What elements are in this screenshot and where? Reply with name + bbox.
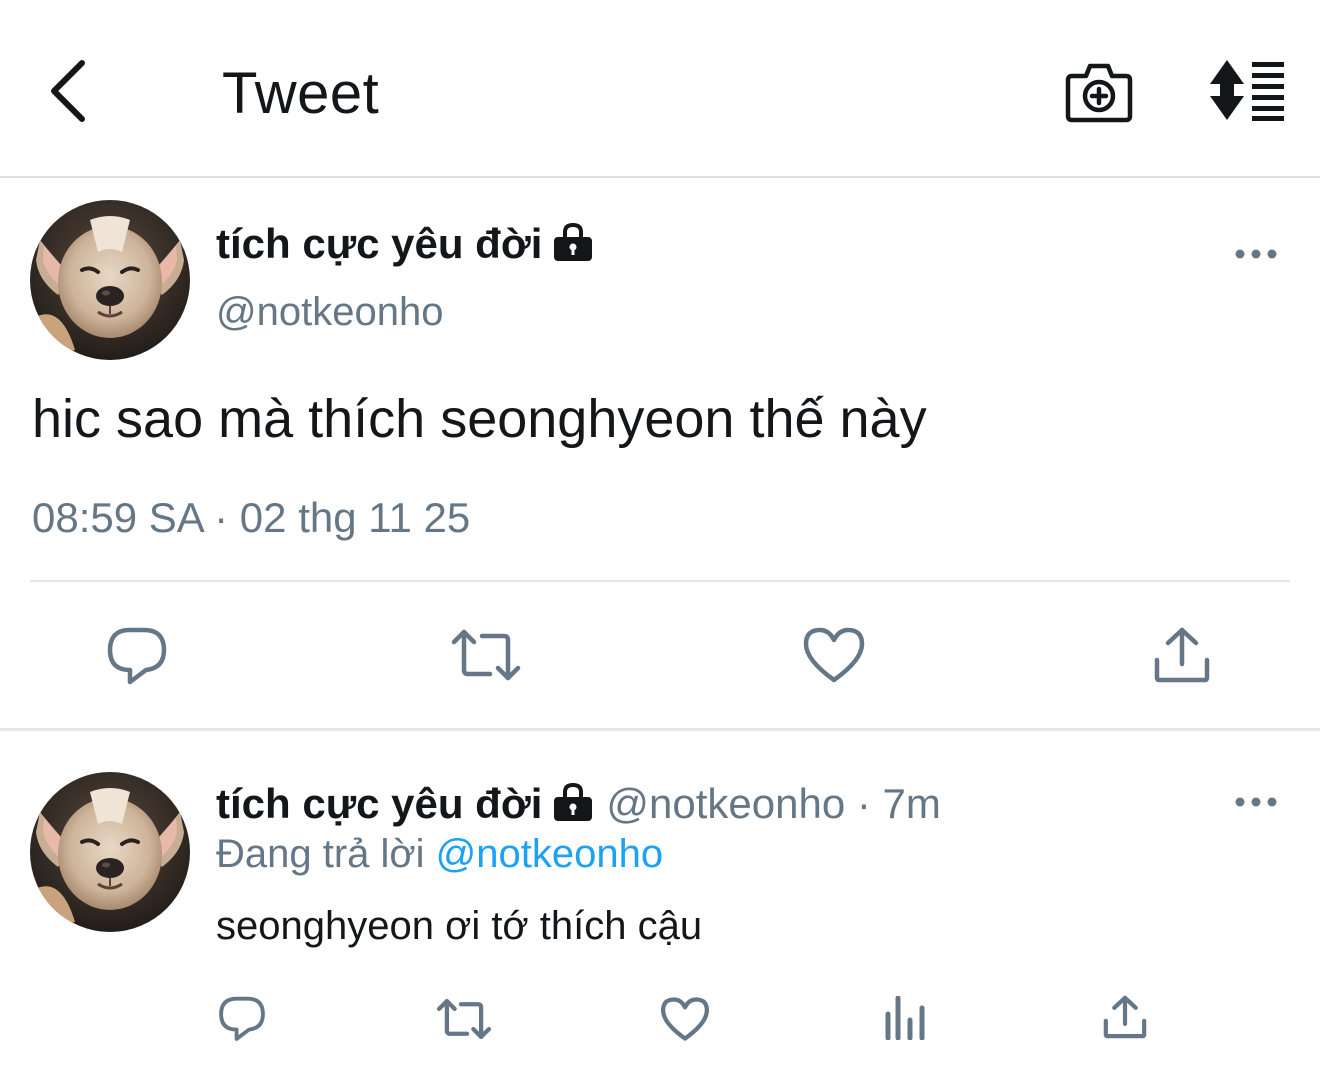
reply-author-display-name[interactable]: tích cực yêu đời: [216, 780, 542, 827]
more-options-button[interactable]: [1232, 242, 1280, 266]
lock-icon: [554, 222, 593, 261]
page-title: Tweet: [222, 61, 380, 126]
lock-icon: [554, 782, 593, 821]
analytics-icon: [885, 995, 925, 1041]
reply-tweet-retweet-button[interactable]: [436, 996, 492, 1047]
reply-button[interactable]: [106, 624, 168, 691]
retweet-button[interactable]: [450, 626, 522, 689]
main-tweet-avatar[interactable]: [30, 200, 190, 360]
reply-tweet-avatar[interactable]: [30, 772, 190, 932]
like-button[interactable]: [802, 626, 866, 689]
tweet-text: hic sao mà thích seonghyeon thế này: [32, 389, 927, 449]
author-handle[interactable]: @notkeonho: [216, 290, 443, 335]
chevron-left-icon: [51, 60, 85, 122]
reply-tweet-analytics-button[interactable]: [884, 995, 926, 1045]
replying-to-line: Đang trả lời @notkeonho: [216, 832, 663, 877]
sort-list-icon: [1210, 60, 1284, 121]
like-icon: [803, 627, 865, 683]
reply-icon: [107, 627, 167, 685]
section-divider: [0, 728, 1320, 731]
reply-tweet-text: seonghyeon ơi tớ thích cậu: [216, 904, 703, 948]
share-icon: [1154, 627, 1210, 683]
retweet-icon: [451, 629, 521, 681]
like-icon: [660, 997, 710, 1041]
main-tweet-author[interactable]: tích cực yêu đời: [216, 220, 594, 268]
camera-button[interactable]: [1064, 56, 1134, 126]
camera-add-icon: [1065, 63, 1133, 123]
sort-replies-button[interactable]: [1206, 58, 1288, 122]
top-navigation-bar: Tweet: [0, 0, 1320, 178]
more-horizontal-icon: [1235, 249, 1277, 259]
retweet-icon: [436, 998, 492, 1040]
reply-tweet-share-button[interactable]: [1102, 994, 1148, 1045]
reply-tweet-like-button[interactable]: [660, 996, 710, 1047]
reply-tweet-header: tích cực yêu đời @notkeonho · 7m: [216, 780, 941, 828]
replying-to-link[interactable]: @notkeonho: [436, 832, 663, 876]
reply-more-options-button[interactable]: [1232, 790, 1280, 814]
reply-icon: [219, 996, 265, 1041]
share-button[interactable]: [1152, 626, 1212, 689]
back-button[interactable]: [40, 55, 96, 127]
reply-tweet-reply-button[interactable]: [218, 994, 266, 1047]
tweet-timestamp: 08:59 SA · 02 thg 11 25: [32, 494, 471, 541]
more-horizontal-icon: [1235, 797, 1277, 807]
author-display-name: tích cực yêu đời: [216, 220, 543, 267]
reply-author-handle-time: @notkeonho · 7m: [606, 780, 941, 827]
divider: [30, 580, 1290, 582]
replying-to-label: Đang trả lời: [216, 832, 425, 876]
share-icon: [1103, 995, 1147, 1039]
